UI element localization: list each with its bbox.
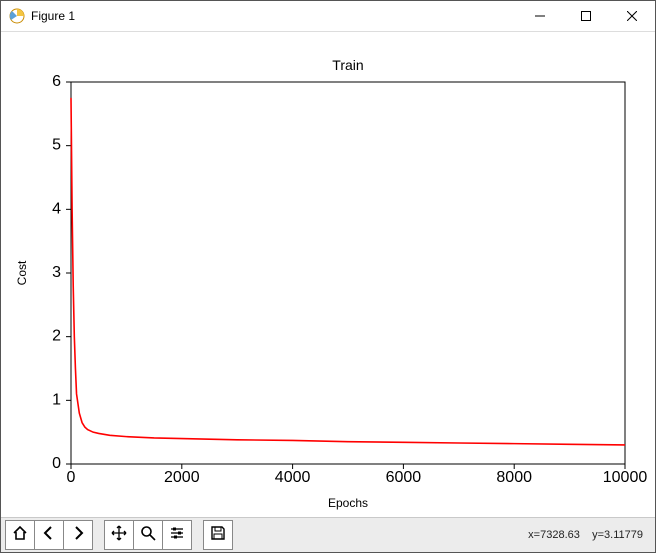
svg-text:0: 0 xyxy=(52,455,61,472)
svg-text:Epochs: Epochs xyxy=(328,496,368,510)
svg-text:2000: 2000 xyxy=(164,469,200,486)
back-button[interactable] xyxy=(34,520,64,550)
window-title: Figure 1 xyxy=(31,9,75,23)
svg-text:10000: 10000 xyxy=(603,469,648,486)
save-button[interactable] xyxy=(203,520,233,550)
pan-button[interactable] xyxy=(104,520,134,550)
arrow-right-icon xyxy=(70,525,86,546)
save-icon xyxy=(210,525,226,546)
home-button[interactable] xyxy=(5,520,35,550)
svg-text:4: 4 xyxy=(52,200,61,217)
svg-text:4000: 4000 xyxy=(275,469,311,486)
app-icon xyxy=(9,8,25,24)
titlebar: Figure 1 xyxy=(1,1,655,32)
zoom-icon xyxy=(140,525,156,546)
svg-text:3: 3 xyxy=(52,264,61,281)
figure-window: Figure 1 0 2000 4000 6000 8000 10000 0 1 2 3 4 5 6 Ep… xyxy=(0,0,656,553)
svg-text:8000: 8000 xyxy=(496,469,532,486)
cursor-coordinates: x=7328.63 y=3.11779 xyxy=(528,529,643,541)
minimize-button[interactable] xyxy=(517,1,563,31)
svg-text:5: 5 xyxy=(52,137,61,154)
home-icon xyxy=(12,525,28,546)
close-button[interactable] xyxy=(609,1,655,31)
sliders-icon xyxy=(169,525,185,546)
svg-text:2: 2 xyxy=(52,328,61,345)
maximize-button[interactable] xyxy=(563,1,609,31)
arrow-left-icon xyxy=(41,525,57,546)
configure-button[interactable] xyxy=(162,520,192,550)
svg-text:6000: 6000 xyxy=(386,469,422,486)
svg-text:1: 1 xyxy=(52,391,61,408)
zoom-button[interactable] xyxy=(133,520,163,550)
plot-area[interactable]: 0 2000 4000 6000 8000 10000 0 1 2 3 4 5 6 Epochs Cost T… xyxy=(1,32,655,517)
forward-button[interactable] xyxy=(63,520,93,550)
toolbar: x=7328.63 y=3.11779 xyxy=(1,517,655,552)
svg-text:6: 6 xyxy=(52,73,61,90)
svg-text:0: 0 xyxy=(67,469,76,486)
svg-text:Train: Train xyxy=(332,57,363,73)
move-icon xyxy=(111,525,127,546)
svg-text:Cost: Cost xyxy=(15,260,29,285)
chart-svg: 0 2000 4000 6000 8000 10000 0 1 2 3 4 5 6 Epochs Cost T… xyxy=(1,32,655,519)
